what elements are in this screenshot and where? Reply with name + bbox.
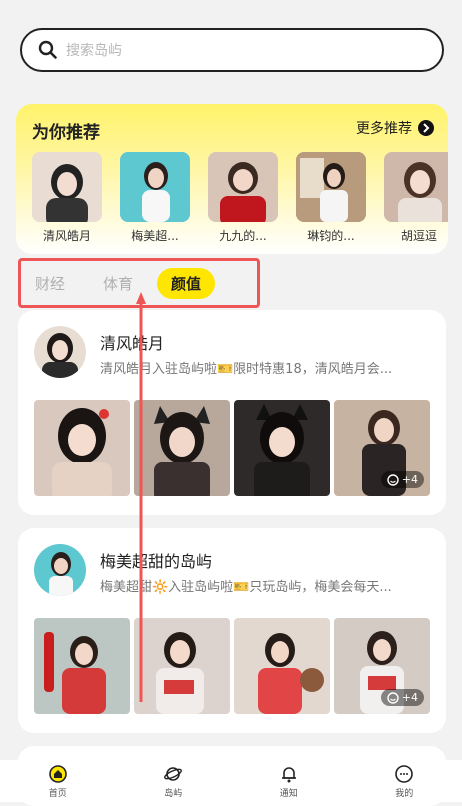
avatar: [34, 544, 86, 596]
recommend-item[interactable]: 九九的...: [208, 152, 278, 244]
photo[interactable]: +4: [334, 400, 430, 496]
more-photos-badge: +4: [380, 471, 424, 488]
more-recommend-label: 更多推荐: [356, 121, 412, 137]
photo[interactable]: [234, 618, 330, 714]
island-card[interactable]: 梅美超甜的岛屿 梅美超甜🔆入驻岛屿啦🎫只玩岛屿，梅美会每天... +4: [18, 528, 446, 733]
photo[interactable]: [134, 400, 230, 496]
recommend-list: 清风皓月 梅美超... 九九的... 琳钧的... 胡逗逗: [32, 152, 448, 244]
recommend-item[interactable]: 梅美超...: [120, 152, 190, 244]
card-title: 梅美超甜的岛屿: [100, 552, 213, 571]
photo[interactable]: [34, 618, 130, 714]
recommend-name: 清风皓月: [42, 229, 91, 243]
recommend-photo: [120, 152, 190, 222]
island-card[interactable]: 清风皓月 清风皓月入驻岛屿啦🎫限时特惠18，清风皓月会... +4: [18, 310, 446, 515]
search-bar[interactable]: 搜索岛屿: [20, 28, 444, 72]
photo-grid: +4: [34, 400, 430, 496]
photo-grid: +4: [34, 618, 430, 714]
bottom-tab-bar: 首页 岛屿 通知 我的: [0, 760, 462, 802]
tab-island[interactable]: 岛屿: [133, 764, 213, 799]
chat-icon: [395, 764, 414, 783]
recommend-name: 梅美超...: [131, 229, 179, 243]
recommend-item[interactable]: 胡逗逗: [384, 152, 448, 244]
smile-icon: [387, 691, 399, 704]
bell-icon: [281, 766, 296, 782]
recommend-photo: [208, 152, 278, 222]
photo[interactable]: [134, 618, 230, 714]
recommend-title: 为你推荐: [32, 123, 100, 143]
search-placeholder: 搜索岛屿: [66, 43, 122, 59]
tab-sports[interactable]: 体育: [103, 273, 133, 294]
recommend-photo: [384, 152, 448, 222]
recommend-name: 琳钧的...: [307, 229, 355, 243]
tab-notifications[interactable]: 通知: [249, 764, 329, 799]
avatar: [34, 326, 86, 378]
search-icon: [38, 40, 57, 59]
recommend-panel: 为你推荐 更多推荐 清风皓月 梅美超... 九九的... 琳钧的... 胡逗逗: [16, 104, 448, 254]
tab-finance[interactable]: 财经: [35, 273, 65, 294]
recommend-photo: [296, 152, 366, 222]
recommend-item[interactable]: 琳钧的...: [296, 152, 366, 244]
smile-icon: [387, 473, 399, 486]
card-subtitle: 梅美超甜🔆入驻岛屿啦🎫只玩岛屿，梅美会每天...: [100, 580, 392, 595]
photo[interactable]: +4: [334, 618, 430, 714]
more-photos-badge: +4: [380, 689, 424, 706]
card-subtitle: 清风皓月入驻岛屿啦🎫限时特惠18，清风皓月会...: [100, 362, 393, 377]
tab-home[interactable]: 首页: [18, 764, 98, 799]
tab-label: 通知: [279, 788, 298, 799]
card-title: 清风皓月: [100, 334, 165, 353]
recommend-item[interactable]: 清风皓月: [32, 152, 102, 244]
tab-label: 岛屿: [164, 788, 183, 799]
recommend-name: 九九的...: [219, 229, 267, 243]
photo[interactable]: [34, 400, 130, 496]
tab-label: 首页: [48, 788, 67, 799]
annotation-arrow: [136, 292, 146, 702]
chevron-right-icon: [418, 120, 434, 136]
tab-looks[interactable]: 颜值: [157, 267, 216, 299]
recommend-photo: [32, 152, 102, 222]
home-icon: [48, 764, 67, 783]
more-recommend-link[interactable]: 更多推荐: [356, 118, 434, 138]
recommend-name: 胡逗逗: [400, 229, 437, 243]
more-count: +4: [401, 473, 418, 486]
tab-profile[interactable]: 我的: [364, 764, 444, 799]
planet-icon: [164, 766, 183, 781]
tab-label: 我的: [395, 788, 414, 799]
more-count: +4: [401, 691, 418, 704]
photo[interactable]: [234, 400, 330, 496]
